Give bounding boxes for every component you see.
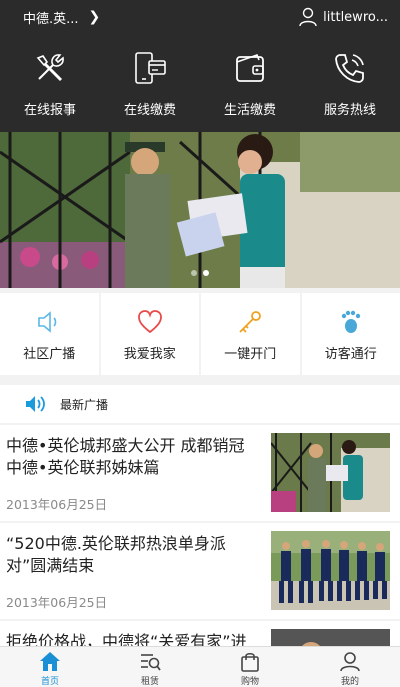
quick-action-label: 在线报事 bbox=[23, 103, 76, 118]
quick-actions: 在线报事 在线缴费 生活缴费 服务热线 bbox=[0, 34, 400, 132]
quick-action-label: 在线缴费 bbox=[123, 103, 176, 118]
service-label: 访客通行 bbox=[324, 347, 377, 362]
news-item[interactable]: 中德•英伦城邦盛大公开 成都销冠中德•英伦联邦姊妹篇 2013年06月25日 bbox=[0, 425, 400, 523]
quick-action-label: 服务热线 bbox=[323, 103, 376, 118]
banner-pagination bbox=[191, 270, 209, 276]
quick-action-payment[interactable]: 在线缴费 bbox=[100, 34, 200, 132]
wallet-icon bbox=[236, 53, 264, 82]
news-thumbnail bbox=[271, 531, 390, 610]
news-section-header: 最新广播 bbox=[0, 385, 400, 423]
news-date: 2013年06月25日 bbox=[6, 497, 108, 512]
location-label: 中德.英... bbox=[23, 11, 79, 27]
header: 中德.英... ❯ littlewro... 在线报事 在线缴费 生活缴费 服务… bbox=[0, 0, 400, 132]
tools-icon bbox=[36, 54, 64, 82]
news-title: 中德•英伦城邦盛大公开 成都销冠中德•英伦联邦姊妹篇 bbox=[6, 436, 245, 477]
service-open-door[interactable]: 一键开门 bbox=[201, 293, 300, 375]
location-selector[interactable]: 中德.英... ❯ bbox=[23, 8, 100, 27]
service-label: 社区广播 bbox=[23, 347, 76, 362]
app-page: 中德.英... ❯ littlewro... 在线报事 在线缴费 生活缴费 服务… bbox=[0, 0, 400, 687]
user-icon bbox=[340, 652, 360, 672]
chevron-right-icon: ❯ bbox=[88, 9, 101, 25]
speaker-icon bbox=[38, 311, 57, 333]
news-item[interactable]: “520中德.英伦联邦热浪单身派对”圆满结束 2013年06月25日 bbox=[0, 523, 400, 621]
news-title: “520中德.英伦联邦热浪单身派对”圆满结束 bbox=[6, 534, 226, 575]
banner-photo bbox=[0, 132, 400, 288]
tab-label: 购物 bbox=[240, 677, 259, 687]
news-section-title: 最新广播 bbox=[60, 397, 109, 412]
home-icon bbox=[40, 652, 60, 671]
phone-icon bbox=[335, 54, 364, 83]
news-thumbnail-photo bbox=[271, 433, 390, 512]
tab-shopping[interactable]: 购物 bbox=[200, 647, 300, 687]
news-date: 2013年06月25日 bbox=[6, 595, 108, 610]
tab-rental[interactable]: 租赁 bbox=[100, 647, 200, 687]
tab-label: 首页 bbox=[40, 677, 59, 687]
news-thumbnail-photo bbox=[271, 531, 390, 610]
service-visitor[interactable]: 访客通行 bbox=[301, 293, 400, 375]
phone-card-icon bbox=[135, 52, 166, 84]
user-account[interactable]: littlewro... bbox=[298, 7, 388, 27]
speaker-icon bbox=[26, 396, 45, 412]
tab-home[interactable]: 首页 bbox=[0, 647, 100, 687]
news-thumbnail bbox=[271, 433, 390, 512]
user-icon bbox=[299, 7, 317, 27]
search-list-icon bbox=[141, 654, 161, 671]
heart-icon bbox=[137, 310, 162, 334]
bottom-tab-bar: 首页 租赁 购物 我的 bbox=[0, 646, 400, 687]
service-label: 我爱我家 bbox=[123, 347, 176, 362]
tab-label: 我的 bbox=[340, 677, 359, 687]
banner-dot-active[interactable] bbox=[203, 270, 209, 276]
username-label: littlewro... bbox=[323, 9, 388, 25]
quick-action-hotline[interactable]: 服务热线 bbox=[300, 34, 400, 132]
quick-action-utilities[interactable]: 生活缴费 bbox=[200, 34, 300, 132]
service-label: 一键开门 bbox=[224, 347, 277, 362]
service-grid: 社区广播 我爱我家 一键开门 访客通行 bbox=[0, 293, 400, 375]
tab-mine[interactable]: 我的 bbox=[300, 647, 400, 687]
shopping-bag-icon bbox=[241, 652, 259, 672]
quick-action-report[interactable]: 在线报事 bbox=[0, 34, 100, 132]
news-list: 中德•英伦城邦盛大公开 成都销冠中德•英伦联邦姊妹篇 2013年06月25日 “… bbox=[0, 425, 400, 687]
promo-banner[interactable] bbox=[0, 132, 400, 288]
service-home[interactable]: 我爱我家 bbox=[100, 293, 199, 375]
tab-label: 租赁 bbox=[140, 677, 159, 687]
top-bar: 中德.英... ❯ littlewro... bbox=[0, 0, 400, 34]
footprint-icon bbox=[341, 310, 360, 333]
quick-action-label: 生活缴费 bbox=[223, 103, 276, 118]
service-broadcast[interactable]: 社区广播 bbox=[0, 293, 99, 375]
banner-dot[interactable] bbox=[191, 270, 197, 276]
key-icon bbox=[239, 311, 262, 333]
